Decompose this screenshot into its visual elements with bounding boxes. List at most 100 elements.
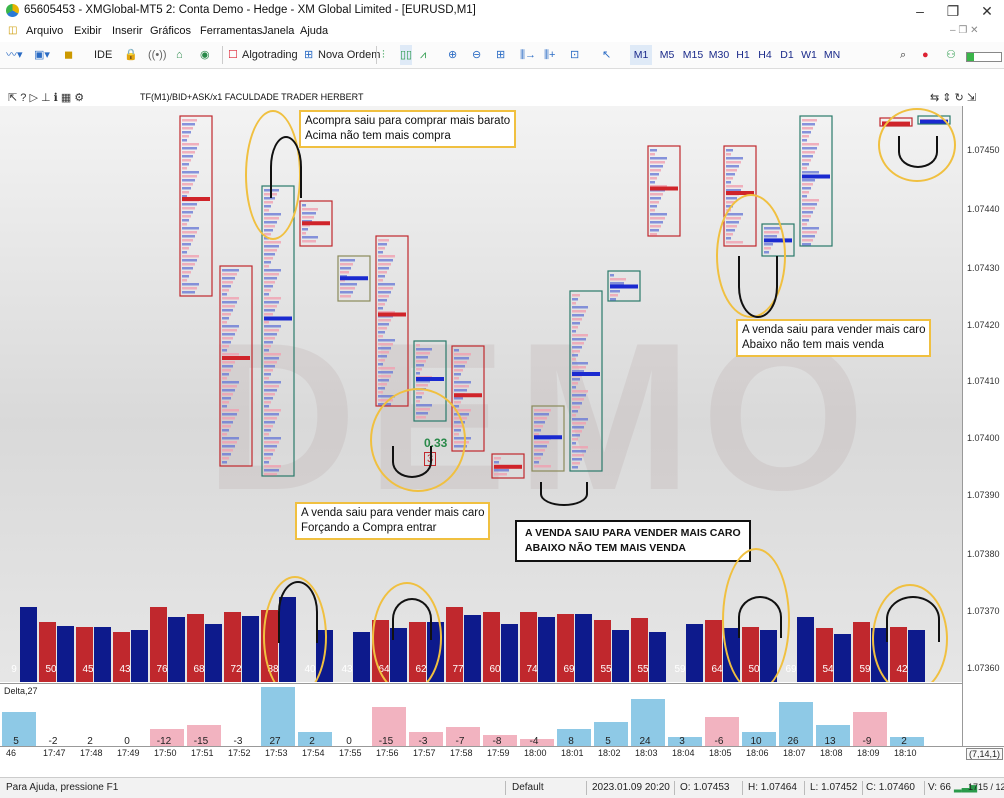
footprint-volume-cell — [572, 386, 576, 389]
footprint-volume-cell — [302, 228, 308, 231]
chart-objects-icon[interactable]: ⇱ ? ▷ ⊥ ℹ ▦ ⚙ — [8, 91, 84, 104]
footprint-volume-cell — [378, 295, 389, 298]
footprint-volume-cell — [378, 339, 395, 342]
footprint-volume-cell — [264, 361, 277, 364]
footprint-volume-cell — [222, 461, 227, 464]
footprint-volume-cell — [650, 225, 661, 228]
vps-icon[interactable]: ◉ — [200, 45, 210, 65]
time-axis[interactable]: (7,14,1) 46 17:47 17:48 17:49 17:50 17:51 17:5… — [0, 746, 1004, 761]
timeframe-mn[interactable]: MN — [820, 45, 844, 65]
chart-type-icon[interactable]: 〰▾ — [6, 45, 23, 65]
account-icon[interactable]: ⚇ — [946, 45, 956, 65]
menu-ferramentas[interactable]: Ferramentas — [200, 25, 262, 37]
timeframe-m30[interactable]: M30 — [706, 45, 732, 65]
footprint-volume-cell — [264, 273, 279, 276]
signal-icon[interactable]: ((•)) — [148, 45, 167, 65]
new-order-button[interactable]: Nova Ordem — [318, 45, 380, 65]
minimize-button[interactable]: – — [905, 2, 935, 20]
timeframe-w1[interactable]: W1 — [798, 45, 820, 65]
lock-icon[interactable]: 🔒 — [124, 45, 138, 65]
footprint-volume-cell — [182, 291, 195, 294]
search-icon[interactable]: ⌕ — [900, 45, 906, 65]
status-separator — [804, 781, 805, 795]
price-label: 1.07390 — [967, 490, 1000, 500]
footprint-volume-cell — [572, 326, 578, 329]
grid-icon[interactable]: ⊞ — [496, 45, 505, 65]
footprint-volume-cell — [416, 384, 428, 387]
footprint-volume-cell — [264, 309, 275, 312]
price-axis[interactable]: 1.07450 1.07440 1.07430 1.07420 1.07410 … — [962, 106, 1004, 746]
close-button[interactable]: ✕ — [972, 2, 1002, 20]
footprint-volume-cell — [494, 457, 501, 460]
menu-arquivo[interactable]: Arquivo — [26, 25, 63, 37]
menu-exibir[interactable]: Exibir — [74, 25, 102, 37]
chart-header: ⇱ ? ▷ ⊥ ℹ ▦ ⚙ TF(M1)/BID+ASK/x1 FACULDAD… — [0, 90, 1004, 106]
footprint-volume-cell — [182, 279, 187, 282]
footprint-volume-cell — [454, 357, 469, 360]
footprint-volume-cell — [222, 337, 233, 340]
footprint-volume-cell — [222, 301, 237, 304]
footprint-volume-cell — [182, 219, 189, 222]
template-icon[interactable]: ▣▾ — [34, 45, 50, 65]
footprint-volume-cell — [572, 438, 578, 441]
status-separator — [586, 781, 587, 795]
timeframe-m1[interactable]: M1 — [630, 45, 652, 65]
algotrading-button[interactable]: Algotrading — [242, 45, 298, 65]
cursor-icon[interactable]: ↖ — [602, 45, 611, 65]
candles-icon[interactable]: ▯▯ — [400, 45, 413, 65]
footprint-volume-cell — [264, 357, 279, 360]
status-profile[interactable]: Default — [512, 782, 544, 793]
indicators-icon[interactable]: ⊡ — [570, 45, 579, 65]
timeframe-m15[interactable]: M15 — [680, 45, 706, 65]
footprint-volume-cell — [534, 441, 549, 444]
footprint-volume-cell — [416, 344, 420, 347]
footprint-volume-cell — [802, 191, 809, 194]
footprint-volume-cell — [182, 275, 189, 278]
volume-bar-buy — [57, 626, 74, 682]
market-icon[interactable]: ⌂ — [176, 45, 183, 65]
footprint-volume-cell — [650, 173, 659, 176]
footprint-volume-cell — [802, 167, 807, 170]
footprint-volume-cell — [222, 297, 239, 300]
footprint-volume-cell — [802, 203, 817, 206]
point-of-control-bar — [802, 174, 830, 179]
hand-drawn-arc — [270, 136, 302, 198]
volume-label: 55 — [600, 664, 612, 675]
menu-ajuda[interactable]: Ajuda — [300, 25, 328, 37]
footprint-volume-cell — [378, 335, 383, 338]
footprint-volume-cell — [802, 131, 811, 134]
volume-label: 9 — [11, 664, 17, 675]
price-label: 1.07410 — [967, 376, 1000, 386]
footprint-volume-cell — [378, 371, 393, 374]
footprint-volume-cell — [610, 274, 614, 277]
zoom-out-icon[interactable]: ⊖ — [472, 45, 481, 65]
profiles-icon[interactable]: ◼ — [64, 45, 73, 65]
chart-shift-icon[interactable]: ⫼+ — [544, 45, 555, 65]
footprint-volume-cell — [572, 334, 588, 337]
notifications-icon[interactable]: ● — [922, 45, 929, 65]
menu-inserir[interactable]: Inserir — [112, 25, 143, 37]
chart-nav-icon[interactable]: ⇆ ⇕ ↻ ⇲ — [930, 91, 976, 104]
zoom-in-icon[interactable]: ⊕ — [448, 45, 457, 65]
footprint-volume-cell — [378, 299, 387, 302]
time-label: 17:55 — [339, 748, 362, 758]
menu-graficos[interactable]: Gráficos — [150, 25, 191, 37]
timeframe-d1[interactable]: D1 — [776, 45, 798, 65]
bar-chart-icon[interactable]: ⫶ — [382, 45, 385, 65]
footprint-volume-cell — [802, 143, 819, 146]
mdi-icon[interactable]: ◫ — [8, 25, 17, 36]
price-label: 1.07400 — [967, 433, 1000, 443]
point-of-control-bar — [610, 284, 638, 289]
menu-janela[interactable]: Janela — [262, 25, 294, 37]
timeframe-h4[interactable]: H4 — [754, 45, 776, 65]
restore-button[interactable]: ❐ — [938, 2, 968, 20]
timeframe-h1[interactable]: H1 — [732, 45, 754, 65]
child-window-controls[interactable]: – ❐ ✕ — [950, 25, 978, 36]
ide-button[interactable]: IDE — [94, 45, 112, 65]
volume-bar-buy — [464, 615, 481, 682]
timeframe-m5[interactable]: M5 — [656, 45, 678, 65]
autoscroll-icon[interactable]: ⫼→ — [520, 45, 536, 65]
line-chart-icon[interactable]: ⩘ — [420, 45, 426, 65]
footprint-volume-cell — [650, 157, 667, 160]
chart-area[interactable]: DEMO 9 50 45 43 76 68 72 88 40 43 64 62 77 60 74 69 55 55… — [0, 106, 962, 682]
